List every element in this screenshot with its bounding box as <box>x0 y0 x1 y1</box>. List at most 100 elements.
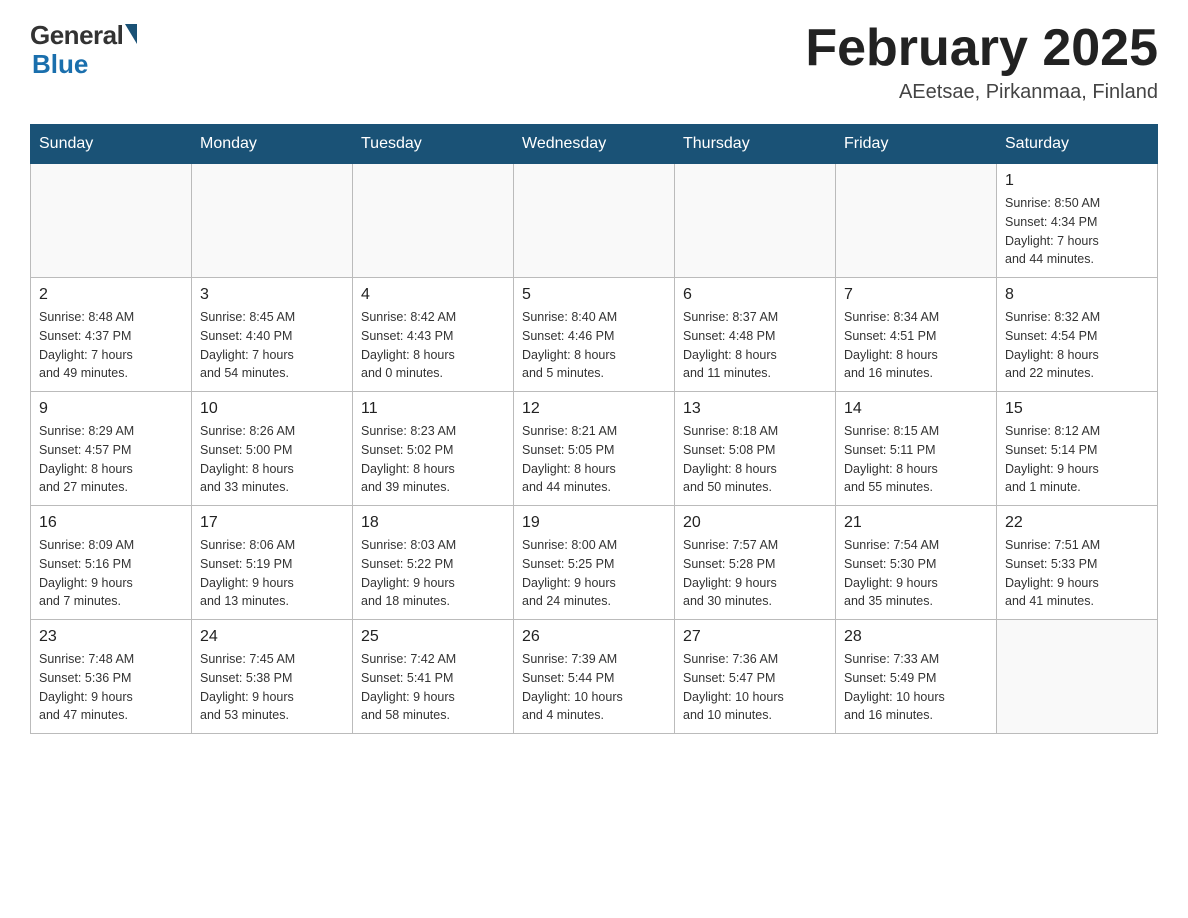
calendar-cell: 2 Sunrise: 8:48 AM Sunset: 4:37 PM Daylig… <box>31 278 192 392</box>
day-number: 9 <box>39 400 183 418</box>
logo-arrow-icon <box>125 24 137 44</box>
day-number: 1 <box>1005 172 1149 190</box>
calendar-cell: 16Sunrise: 8:09 AM Sunset: 5:16 PM Dayli… <box>31 506 192 620</box>
day-number: 20 <box>683 514 827 532</box>
day-number: 26 <box>522 628 666 646</box>
calendar-week-row: 16Sunrise: 8:09 AM Sunset: 5:16 PM Dayli… <box>31 506 1158 620</box>
calendar-cell: 27 Sunrise: 7:36 AM Sunset: 5:47 PM Dayli… <box>675 620 836 734</box>
calendar-cell: 26 Sunrise: 7:39 AM Sunset: 5:44 PM Dayli… <box>514 620 675 734</box>
weekday-header-row: SundayMondayTuesdayWednesdayThursdayFrid… <box>31 125 1158 164</box>
day-number: 3 <box>200 286 344 304</box>
calendar-cell: 21Sunrise: 7:54 AM Sunset: 5:30 PM Dayli… <box>836 506 997 620</box>
day-info: Sunrise: 8:03 AM Sunset: 5:22 PM Dayligh… <box>361 536 505 611</box>
day-info: Sunrise: 7:39 AM Sunset: 5:44 PM Dayligh… <box>522 650 666 725</box>
day-number: 23 <box>39 628 183 646</box>
day-info: Sunrise: 8:12 AM Sunset: 5:14 PM Dayligh… <box>1005 422 1149 497</box>
calendar-cell: 12 Sunrise: 8:21 AM Sunset: 5:05 PM Dayli… <box>514 392 675 506</box>
day-info: Sunrise: 7:33 AM Sunset: 5:49 PM Dayligh… <box>844 650 988 725</box>
day-info: Sunrise: 7:51 AM Sunset: 5:33 PM Dayligh… <box>1005 536 1149 611</box>
location-text: AEetsae, Pirkanmaa, Finland <box>805 81 1158 104</box>
day-info: Sunrise: 8:48 AM Sunset: 4:37 PM Dayligh… <box>39 308 183 383</box>
day-number: 24 <box>200 628 344 646</box>
calendar-cell: 19Sunrise: 8:00 AM Sunset: 5:25 PM Dayli… <box>514 506 675 620</box>
day-info: Sunrise: 8:21 AM Sunset: 5:05 PM Dayligh… <box>522 422 666 497</box>
day-number: 22 <box>1005 514 1149 532</box>
day-info: Sunrise: 7:48 AM Sunset: 5:36 PM Dayligh… <box>39 650 183 725</box>
calendar-cell <box>997 620 1158 734</box>
calendar-cell <box>192 164 353 278</box>
weekday-header-saturday: Saturday <box>997 125 1158 164</box>
day-number: 7 <box>844 286 988 304</box>
day-info: Sunrise: 8:40 AM Sunset: 4:46 PM Dayligh… <box>522 308 666 383</box>
day-number: 5 <box>522 286 666 304</box>
day-info: Sunrise: 8:00 AM Sunset: 5:25 PM Dayligh… <box>522 536 666 611</box>
weekday-header-thursday: Thursday <box>675 125 836 164</box>
weekday-header-wednesday: Wednesday <box>514 125 675 164</box>
calendar-cell <box>31 164 192 278</box>
weekday-header-friday: Friday <box>836 125 997 164</box>
day-info: Sunrise: 7:54 AM Sunset: 5:30 PM Dayligh… <box>844 536 988 611</box>
day-number: 16 <box>39 514 183 532</box>
day-info: Sunrise: 8:34 AM Sunset: 4:51 PM Dayligh… <box>844 308 988 383</box>
day-info: Sunrise: 8:18 AM Sunset: 5:08 PM Dayligh… <box>683 422 827 497</box>
logo-general-text: General <box>30 20 123 51</box>
calendar-cell: 22 Sunrise: 7:51 AM Sunset: 5:33 PM Dayli… <box>997 506 1158 620</box>
day-number: 10 <box>200 400 344 418</box>
calendar-cell: 20 Sunrise: 7:57 AM Sunset: 5:28 PM Dayli… <box>675 506 836 620</box>
weekday-header-tuesday: Tuesday <box>353 125 514 164</box>
day-info: Sunrise: 8:23 AM Sunset: 5:02 PM Dayligh… <box>361 422 505 497</box>
day-number: 12 <box>522 400 666 418</box>
calendar-week-row: 1 Sunrise: 8:50 AM Sunset: 4:34 PM Daylig… <box>31 164 1158 278</box>
day-info: Sunrise: 8:29 AM Sunset: 4:57 PM Dayligh… <box>39 422 183 497</box>
day-number: 4 <box>361 286 505 304</box>
page-header: General Blue February 2025 AEetsae, Pirk… <box>30 20 1158 104</box>
day-number: 15 <box>1005 400 1149 418</box>
calendar-week-row: 9 Sunrise: 8:29 AM Sunset: 4:57 PM Daylig… <box>31 392 1158 506</box>
day-info: Sunrise: 8:15 AM Sunset: 5:11 PM Dayligh… <box>844 422 988 497</box>
calendar-cell: 18 Sunrise: 8:03 AM Sunset: 5:22 PM Dayli… <box>353 506 514 620</box>
calendar-header: SundayMondayTuesdayWednesdayThursdayFrid… <box>31 125 1158 164</box>
day-info: Sunrise: 8:32 AM Sunset: 4:54 PM Dayligh… <box>1005 308 1149 383</box>
day-number: 6 <box>683 286 827 304</box>
calendar-cell: 7 Sunrise: 8:34 AM Sunset: 4:51 PM Daylig… <box>836 278 997 392</box>
calendar-cell: 15 Sunrise: 8:12 AM Sunset: 5:14 PM Dayli… <box>997 392 1158 506</box>
calendar-body: 1 Sunrise: 8:50 AM Sunset: 4:34 PM Daylig… <box>31 164 1158 734</box>
day-number: 13 <box>683 400 827 418</box>
day-info: Sunrise: 8:50 AM Sunset: 4:34 PM Dayligh… <box>1005 194 1149 269</box>
day-info: Sunrise: 7:42 AM Sunset: 5:41 PM Dayligh… <box>361 650 505 725</box>
calendar-week-row: 23 Sunrise: 7:48 AM Sunset: 5:36 PM Dayli… <box>31 620 1158 734</box>
day-number: 27 <box>683 628 827 646</box>
calendar-cell: 23 Sunrise: 7:48 AM Sunset: 5:36 PM Dayli… <box>31 620 192 734</box>
calendar-cell <box>675 164 836 278</box>
weekday-header-sunday: Sunday <box>31 125 192 164</box>
calendar-cell: 8Sunrise: 8:32 AM Sunset: 4:54 PM Daylig… <box>997 278 1158 392</box>
day-number: 17 <box>200 514 344 532</box>
calendar-week-row: 2 Sunrise: 8:48 AM Sunset: 4:37 PM Daylig… <box>31 278 1158 392</box>
calendar-cell: 11 Sunrise: 8:23 AM Sunset: 5:02 PM Dayli… <box>353 392 514 506</box>
weekday-header-monday: Monday <box>192 125 353 164</box>
calendar-cell <box>353 164 514 278</box>
calendar-cell: 10 Sunrise: 8:26 AM Sunset: 5:00 PM Dayli… <box>192 392 353 506</box>
calendar-table: SundayMondayTuesdayWednesdayThursdayFrid… <box>30 124 1158 734</box>
calendar-cell: 28Sunrise: 7:33 AM Sunset: 5:49 PM Dayli… <box>836 620 997 734</box>
day-info: Sunrise: 8:37 AM Sunset: 4:48 PM Dayligh… <box>683 308 827 383</box>
day-number: 18 <box>361 514 505 532</box>
day-number: 11 <box>361 400 505 418</box>
day-number: 2 <box>39 286 183 304</box>
logo-blue-text: Blue <box>32 49 88 80</box>
day-info: Sunrise: 8:06 AM Sunset: 5:19 PM Dayligh… <box>200 536 344 611</box>
calendar-cell: 13 Sunrise: 8:18 AM Sunset: 5:08 PM Dayli… <box>675 392 836 506</box>
day-info: Sunrise: 7:36 AM Sunset: 5:47 PM Dayligh… <box>683 650 827 725</box>
day-info: Sunrise: 8:26 AM Sunset: 5:00 PM Dayligh… <box>200 422 344 497</box>
calendar-cell: 24 Sunrise: 7:45 AM Sunset: 5:38 PM Dayli… <box>192 620 353 734</box>
day-info: Sunrise: 7:57 AM Sunset: 5:28 PM Dayligh… <box>683 536 827 611</box>
calendar-cell: 25Sunrise: 7:42 AM Sunset: 5:41 PM Dayli… <box>353 620 514 734</box>
calendar-cell: 3 Sunrise: 8:45 AM Sunset: 4:40 PM Daylig… <box>192 278 353 392</box>
day-number: 14 <box>844 400 988 418</box>
calendar-cell: 14 Sunrise: 8:15 AM Sunset: 5:11 PM Dayli… <box>836 392 997 506</box>
day-info: Sunrise: 7:45 AM Sunset: 5:38 PM Dayligh… <box>200 650 344 725</box>
calendar-cell: 4Sunrise: 8:42 AM Sunset: 4:43 PM Daylig… <box>353 278 514 392</box>
day-info: Sunrise: 8:45 AM Sunset: 4:40 PM Dayligh… <box>200 308 344 383</box>
calendar-cell: 17 Sunrise: 8:06 AM Sunset: 5:19 PM Dayli… <box>192 506 353 620</box>
calendar-cell: 1 Sunrise: 8:50 AM Sunset: 4:34 PM Daylig… <box>997 164 1158 278</box>
